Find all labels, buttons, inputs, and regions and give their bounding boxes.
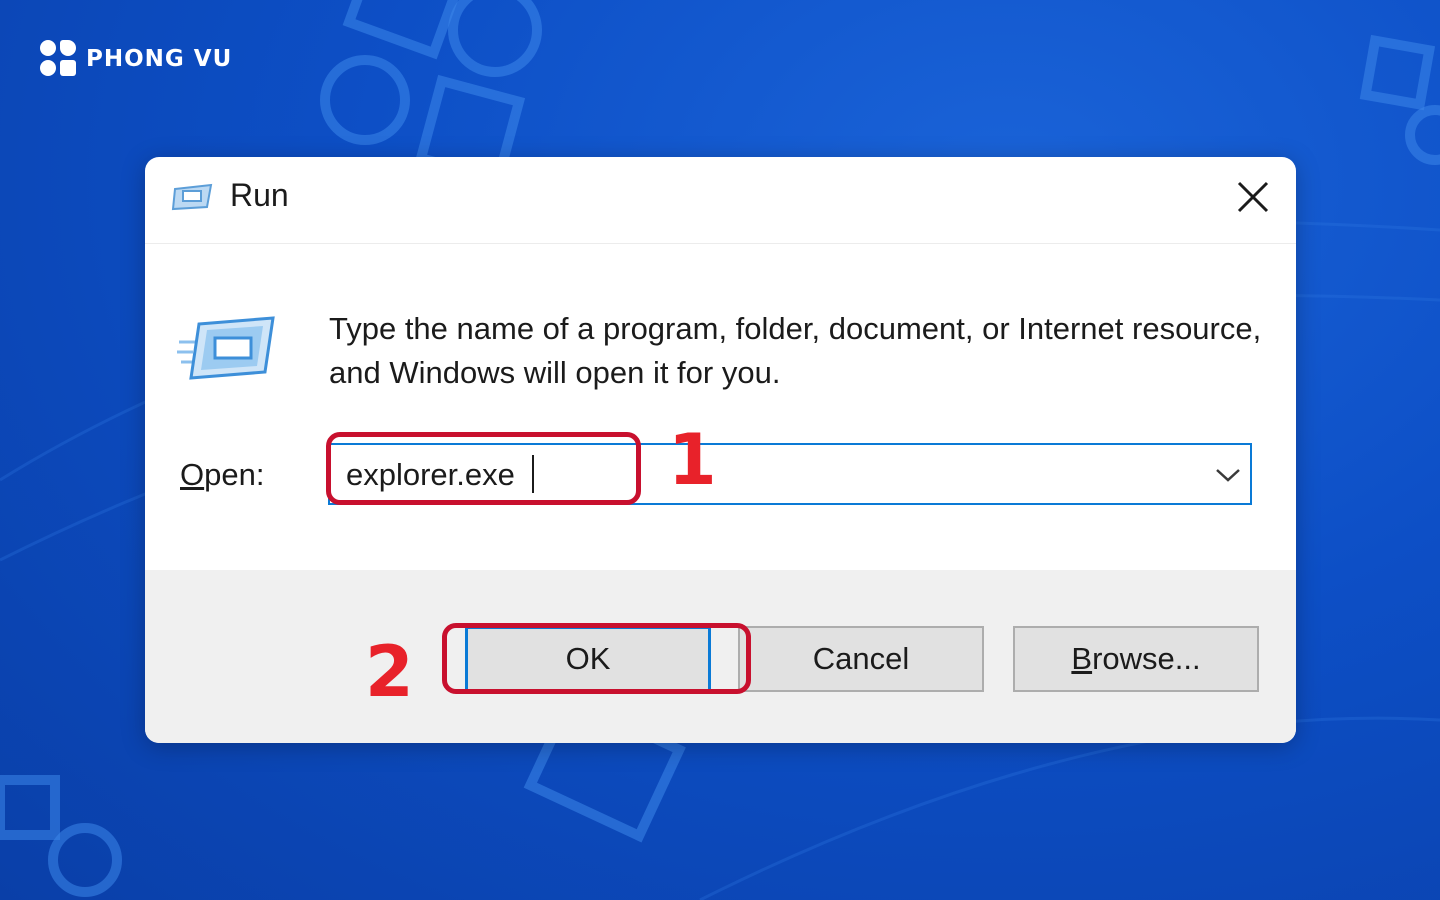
annotation-box-input (326, 432, 641, 505)
close-button[interactable] (1228, 175, 1278, 219)
close-icon (1237, 181, 1269, 213)
title-bar: Run (145, 157, 1296, 244)
dropdown-button[interactable] (1208, 455, 1248, 495)
annotation-box-ok (442, 623, 751, 694)
brand-name: PHONG VU (86, 46, 233, 72)
open-label: Open: (180, 457, 265, 492)
annotation-step-2: 2 (365, 631, 414, 713)
run-large-icon (177, 316, 275, 380)
run-icon (171, 183, 213, 211)
chevron-down-icon (1216, 469, 1240, 482)
dialog-description: Type the name of a program, folder, docu… (329, 311, 1262, 390)
cancel-button[interactable]: Cancel (738, 626, 984, 692)
annotation-step-1: 1 (668, 419, 717, 501)
browse-button[interactable]: Browse... (1013, 626, 1259, 692)
dialog-title: Run (230, 177, 289, 213)
brand-logo: PHONG VU (40, 40, 232, 78)
logo-icon (40, 40, 78, 78)
